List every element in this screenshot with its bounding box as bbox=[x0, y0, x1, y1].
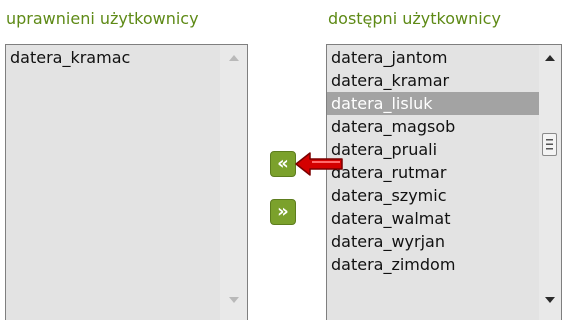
available-list-scrollbar[interactable] bbox=[539, 45, 561, 320]
list-item-datera-magsob[interactable]: datera_magsob bbox=[327, 115, 539, 138]
scroll-up-button[interactable] bbox=[220, 47, 247, 69]
scroll-up-button[interactable] bbox=[539, 47, 561, 69]
available-users-heading: dostępni użytkownicy bbox=[328, 9, 501, 28]
assigned-list-scrollbar[interactable] bbox=[220, 45, 247, 320]
list-item-datera-pruali[interactable]: datera_pruali bbox=[327, 138, 539, 161]
scroll-down-button[interactable] bbox=[220, 289, 247, 311]
list-item-datera-jantom[interactable]: datera_jantom bbox=[327, 46, 539, 69]
list-item-datera-zimdom[interactable]: datera_zimdom bbox=[327, 253, 539, 276]
user-permissions-panel: uprawnieni użytkownicy dostępni użytkown… bbox=[0, 0, 566, 320]
assigned-users-heading: uprawnieni użytkownicy bbox=[6, 9, 199, 28]
scroll-down-button[interactable] bbox=[539, 289, 561, 311]
available-users-listbox[interactable]: datera_jantom datera_kramar datera_lislu… bbox=[326, 44, 562, 320]
assigned-users-items: datera_kramac bbox=[6, 46, 220, 69]
list-item-datera-rutmar[interactable]: datera_rutmar bbox=[327, 161, 539, 184]
scroll-thumb[interactable] bbox=[542, 133, 557, 156]
list-item-datera-kramar[interactable]: datera_kramar bbox=[327, 69, 539, 92]
red-arrow-icon bbox=[294, 150, 344, 182]
list-item-datera-lisluk[interactable]: datera_lisluk bbox=[327, 92, 539, 115]
available-users-items: datera_jantom datera_kramar datera_lislu… bbox=[327, 46, 539, 276]
list-item-datera-szymic[interactable]: datera_szymic bbox=[327, 184, 539, 207]
list-item-datera-walmat[interactable]: datera_walmat bbox=[327, 207, 539, 230]
list-item-datera-wyrjan[interactable]: datera_wyrjan bbox=[327, 230, 539, 253]
move-to-assigned-button[interactable]: « bbox=[270, 151, 296, 177]
list-item-datera-kramac[interactable]: datera_kramac bbox=[6, 46, 220, 69]
assigned-users-listbox[interactable]: datera_kramac bbox=[5, 44, 248, 320]
move-to-available-button[interactable]: » bbox=[270, 199, 296, 225]
